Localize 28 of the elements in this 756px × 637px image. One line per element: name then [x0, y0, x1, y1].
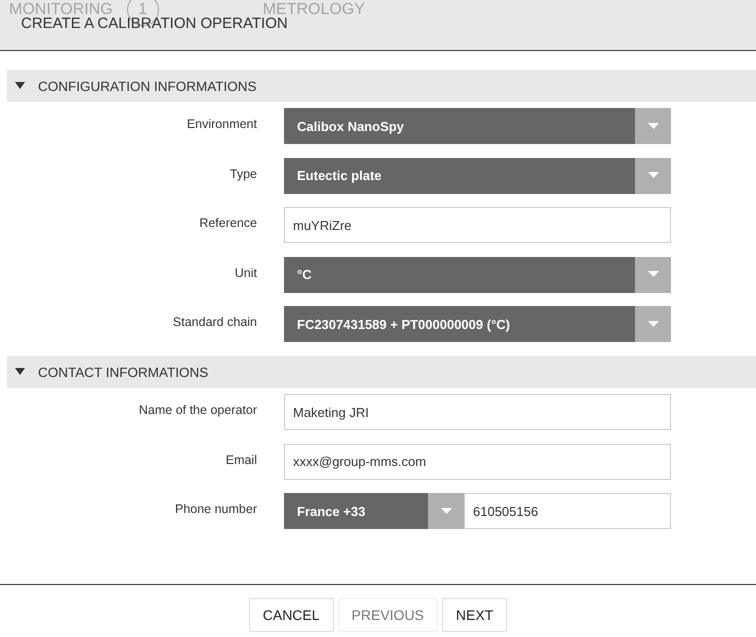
field-label: Standard chain [172, 314, 257, 329]
footer-button[interactable]: CANCEL [248, 598, 334, 632]
input-field[interactable]: xxxx@group-mms.com [284, 444, 671, 480]
phone-field[interactable]: 610505156 [464, 493, 671, 529]
caret-icon [648, 271, 658, 278]
country-dropdown[interactable]: France +33 [284, 493, 464, 529]
caret-icon [648, 172, 658, 179]
section-header[interactable]: CONTACT INFORMATIONS [7, 356, 756, 388]
dropdown[interactable]: FC2307431589 + PT000000009 (°C) [284, 306, 671, 342]
field-label: Email [224, 452, 257, 466]
triangle-icon [15, 368, 25, 376]
field-label: Phone number [174, 501, 257, 516]
field-label: Environment [186, 116, 257, 131]
dropdown[interactable]: °C [284, 256, 671, 292]
triangle-icon [15, 82, 25, 90]
dropdown[interactable]: Eutectic plate [284, 158, 671, 194]
field-label: Unit [234, 264, 257, 280]
input-field[interactable]: Maketing JRI [284, 394, 671, 430]
caret-icon [440, 508, 452, 514]
section-header[interactable]: CONFIGURATION INFORMATIONS [7, 70, 756, 102]
field-label: Type [228, 166, 257, 180]
caret-icon [648, 122, 658, 130]
field-label: Name of the operator [138, 402, 257, 417]
caret-icon [648, 320, 658, 328]
dropdown[interactable]: Calibox NanoSpy [284, 108, 671, 144]
field-label: Reference [198, 215, 257, 230]
input-field[interactable]: muYRiZre [284, 207, 671, 243]
footer-button[interactable]: NEXT [442, 598, 508, 632]
